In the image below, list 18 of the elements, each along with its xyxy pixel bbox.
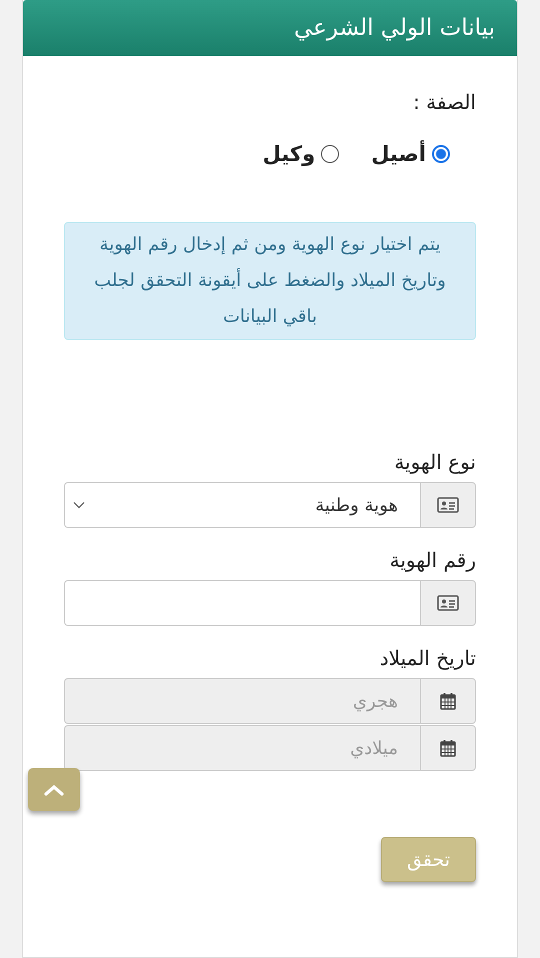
calendar-icon [420,678,476,724]
field-label: الصفة : [412,90,476,114]
radio-option[interactable]: وكيل [262,142,340,166]
field-label: رقم الهوية [388,548,476,572]
header-title: بيانات الولي الشرعي [294,15,495,41]
info-message: يتم اختيار نوع الهوية ومن ثم إدخال رقم الهوية وتاريخ الميلاد والضغط على أيقونة التحقق لجلب باقي البيانات [64,222,476,340]
calendar-icon [420,725,476,771]
field-label: تاريخ الميلاد [378,646,476,670]
radio-button[interactable] [432,145,450,163]
id-type-select[interactable]: هوية وطنية [64,482,420,528]
field-label: نوع الهوية [393,450,476,474]
id-card-icon [420,482,476,528]
radio-button[interactable] [321,145,340,163]
chevron-down-icon [73,501,85,509]
radio-option[interactable]: أصيل [371,142,450,166]
chevron-up-icon [44,784,64,796]
id-card-icon [420,580,476,626]
id-number-input[interactable] [64,580,420,626]
